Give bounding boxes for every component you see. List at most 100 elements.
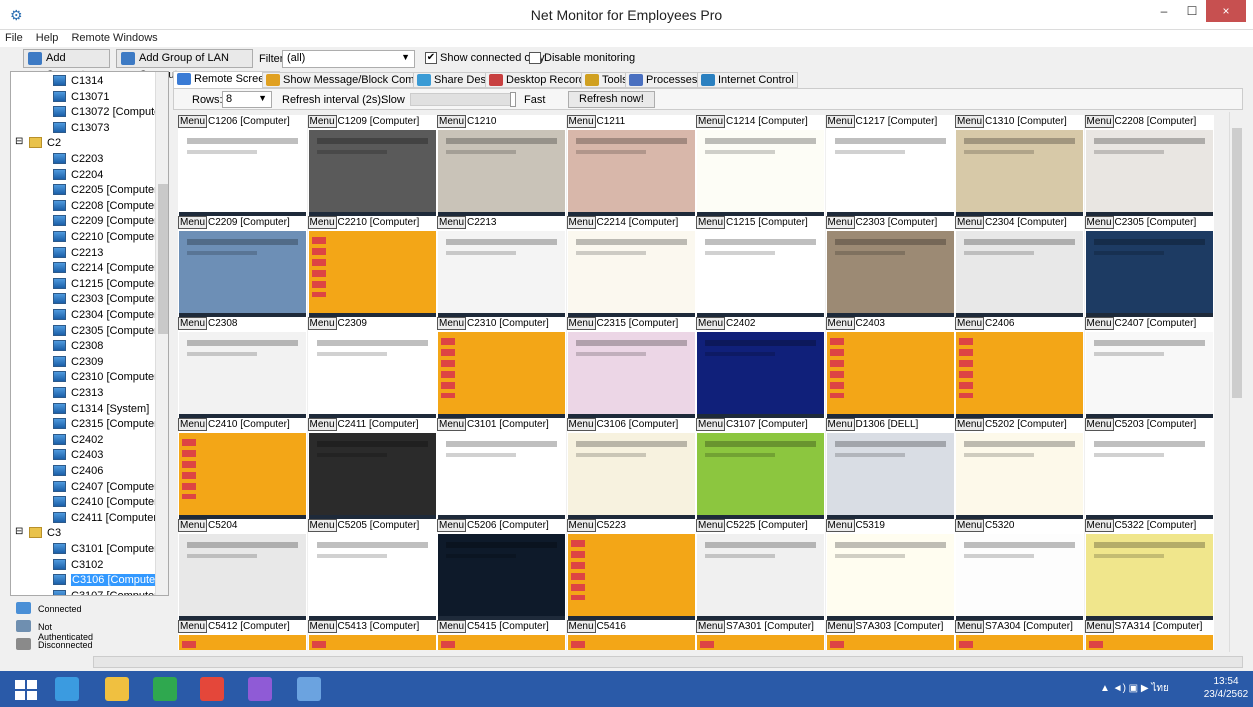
- tile-menu-button[interactable]: Menu: [955, 115, 985, 128]
- tile-menu-button[interactable]: Menu: [437, 519, 467, 532]
- tile-menu-button[interactable]: Menu: [825, 418, 855, 431]
- screen-thumbnail[interactable]: [179, 534, 306, 621]
- tile-menu-button[interactable]: Menu: [1084, 519, 1114, 532]
- screen-tile[interactable]: Menu C1206 [Computer]: [178, 115, 307, 219]
- screen-thumbnail[interactable]: [567, 635, 695, 650]
- screen-tile[interactable]: Menu C5206 [Computer]: [437, 519, 566, 623]
- tile-menu-button[interactable]: Menu: [178, 115, 208, 128]
- screen-tile[interactable]: Menu C2304 [Computer]: [955, 216, 1084, 320]
- screen-tile[interactable]: Menu C5205 [Computer]: [307, 519, 437, 623]
- screen-thumbnail[interactable]: [308, 635, 436, 650]
- screen-tile[interactable]: Menu S7A303 [Computer]: [825, 620, 955, 650]
- screen-tile[interactable]: Menu C2402: [696, 317, 825, 421]
- screen-thumbnail[interactable]: [1085, 231, 1213, 318]
- screen-tile[interactable]: Menu C1217 [Computer]: [825, 115, 955, 219]
- screen-tile[interactable]: Menu C2411 [Computer]: [307, 418, 437, 522]
- screen-thumbnail[interactable]: [179, 635, 306, 650]
- screen-tile[interactable]: Menu S7A314 [Computer]: [1084, 620, 1214, 650]
- screen-tile[interactable]: Menu C2310 [Computer]: [437, 317, 566, 421]
- disable-monitoring-checkbox[interactable]: Disable monitoring: [529, 52, 635, 64]
- screen-thumbnail[interactable]: [697, 534, 824, 621]
- screen-tile[interactable]: Menu D1306 [DELL]: [825, 418, 955, 522]
- tab-processes[interactable]: Processes: [625, 72, 702, 88]
- tile-menu-button[interactable]: Menu: [566, 418, 596, 431]
- tile-menu-button[interactable]: Menu: [178, 418, 208, 431]
- screen-thumbnail[interactable]: [567, 433, 695, 520]
- screen-thumbnail[interactable]: [956, 130, 1083, 217]
- taskbar-clock[interactable]: 13:54 23/4/2562: [1203, 675, 1249, 701]
- screen-thumbnail[interactable]: [956, 433, 1083, 520]
- screen-tile[interactable]: Menu C2214 [Computer]: [566, 216, 696, 320]
- ie-icon[interactable]: [55, 677, 79, 701]
- screen-thumbnail[interactable]: [826, 231, 954, 318]
- screen-tile[interactable]: Menu C5203 [Computer]: [1084, 418, 1214, 522]
- tile-menu-button[interactable]: Menu: [178, 317, 208, 330]
- screen-tile[interactable]: Menu C5225 [Computer]: [696, 519, 825, 623]
- tile-menu-button[interactable]: Menu: [825, 620, 855, 633]
- tile-menu-button[interactable]: Menu: [825, 216, 855, 229]
- tile-menu-button[interactable]: Menu: [1084, 317, 1114, 330]
- screen-tile[interactable]: Menu C1211: [566, 115, 696, 219]
- screen-tile[interactable]: Menu C2315 [Computer]: [566, 317, 696, 421]
- screen-tile[interactable]: Menu S7A301 [Computer]: [696, 620, 825, 650]
- menu-file[interactable]: File: [0, 30, 28, 46]
- tile-menu-button[interactable]: Menu: [566, 519, 596, 532]
- screen-thumbnail[interactable]: [956, 231, 1083, 318]
- screen-tile[interactable]: Menu C1210: [437, 115, 566, 219]
- screen-thumbnail[interactable]: [956, 635, 1083, 650]
- screen-tile[interactable]: Menu C2305 [Computer]: [1084, 216, 1214, 320]
- screen-tile[interactable]: Menu C3106 [Computer]: [566, 418, 696, 522]
- screen-thumbnail[interactable]: [308, 332, 436, 419]
- screen-tile[interactable]: Menu C2407 [Computer]: [1084, 317, 1214, 421]
- tile-menu-button[interactable]: Menu: [178, 216, 208, 229]
- screen-tile[interactable]: Menu C3101 [Computer]: [437, 418, 566, 522]
- screen-tile[interactable]: Menu C5413 [Computer]: [307, 620, 437, 650]
- screen-thumbnail[interactable]: [567, 534, 695, 621]
- rows-dropdown[interactable]: 8 ▼: [222, 91, 272, 108]
- computer-tree[interactable]: C1314 C13071 C13072 [Computer] C13073 ⊟ C2 C22…: [10, 71, 169, 596]
- tile-menu-button[interactable]: Menu: [696, 216, 726, 229]
- screen-thumbnail[interactable]: [826, 635, 954, 650]
- screen-tile[interactable]: Menu C1214 [Computer]: [696, 115, 825, 219]
- screen-thumbnail[interactable]: [438, 534, 565, 621]
- tile-menu-button[interactable]: Menu: [307, 115, 337, 128]
- tile-menu-button[interactable]: Menu: [566, 317, 596, 330]
- slider-thumb[interactable]: [509, 92, 516, 107]
- screen-thumbnail[interactable]: [179, 231, 306, 318]
- screen-thumbnail[interactable]: [438, 130, 565, 217]
- add-computer-button[interactable]: Add Computer: [23, 49, 110, 81]
- minimize-button[interactable]: –: [1150, 0, 1178, 22]
- screen-tile[interactable]: Menu C5202 [Computer]: [955, 418, 1084, 522]
- filter-dropdown[interactable]: (all) ▼: [282, 50, 415, 68]
- tile-menu-button[interactable]: Menu: [825, 115, 855, 128]
- screen-tile[interactable]: Menu C2209 [Computer]: [178, 216, 307, 320]
- screen-thumbnail[interactable]: [1085, 130, 1213, 217]
- tile-menu-button[interactable]: Menu: [955, 519, 985, 532]
- screen-thumbnail[interactable]: [697, 635, 824, 650]
- screen-thumbnail[interactable]: [308, 433, 436, 520]
- screen-thumbnail[interactable]: [308, 534, 436, 621]
- tile-menu-button[interactable]: Menu: [955, 418, 985, 431]
- screen-tile[interactable]: Menu C2308: [178, 317, 307, 421]
- tile-menu-button[interactable]: Menu: [307, 519, 337, 532]
- tile-menu-button[interactable]: Menu: [1084, 418, 1114, 431]
- tile-menu-button[interactable]: Menu: [825, 519, 855, 532]
- collapse-icon[interactable]: ⊟: [15, 526, 23, 537]
- screen-tile[interactable]: Menu C5223: [566, 519, 696, 623]
- screen-tile[interactable]: Menu C5319: [825, 519, 955, 623]
- chrome-icon[interactable]: [200, 677, 224, 701]
- collapse-icon[interactable]: ⊟: [15, 136, 23, 147]
- screen-tile[interactable]: Menu C5416: [566, 620, 696, 650]
- screen-tile[interactable]: Menu C2309: [307, 317, 437, 421]
- screen-thumbnail[interactable]: [1085, 534, 1213, 621]
- tile-menu-button[interactable]: Menu: [437, 620, 467, 633]
- screen-tile[interactable]: Menu C2303 [Computer]: [825, 216, 955, 320]
- screen-tile[interactable]: Menu C2210 [Computer]: [307, 216, 437, 320]
- tile-menu-button[interactable]: Menu: [307, 216, 337, 229]
- maximize-button[interactable]: ☐: [1178, 0, 1206, 22]
- netmonitor-icon[interactable]: [297, 677, 321, 701]
- screen-thumbnail[interactable]: [308, 231, 436, 318]
- screen-thumbnail[interactable]: [1085, 433, 1213, 520]
- screen-thumbnail[interactable]: [697, 332, 824, 419]
- tile-menu-button[interactable]: Menu: [1084, 620, 1114, 633]
